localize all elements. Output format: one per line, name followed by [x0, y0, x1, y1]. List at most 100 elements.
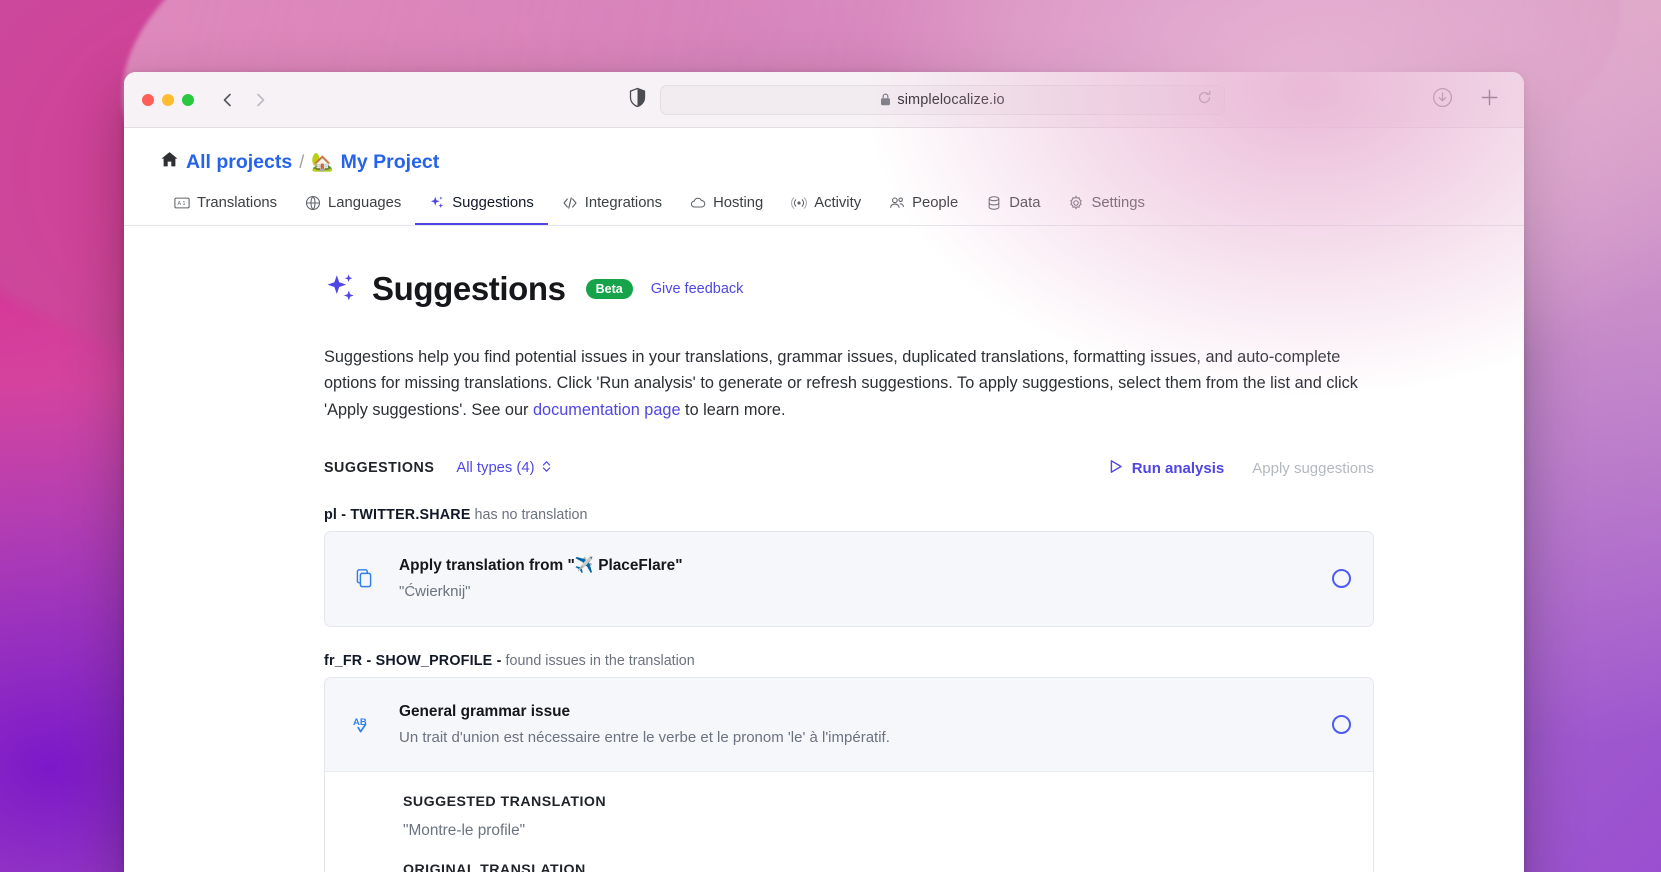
globe-icon [305, 195, 321, 211]
page-header: Suggestions Beta Give feedback [324, 270, 1374, 308]
suggestion-card-title: General grammar issue [399, 702, 571, 720]
suggestion-card-subtitle: Un trait d'union est nécessaire entre le… [399, 728, 890, 746]
tab-suggestions[interactable]: Suggestions [415, 187, 548, 225]
url-text: simplelocalize.io [897, 91, 1005, 108]
new-tab-icon[interactable] [1479, 87, 1500, 113]
nav-buttons [220, 92, 268, 108]
suggestions-section-label: SUGGESTIONS [324, 460, 435, 477]
breadcrumb-all-projects-label: All projects [186, 151, 293, 173]
project-tabs: A 1 Translations Languages Suggestions I… [124, 175, 1524, 226]
suggestion-card-subtitle: "Ćwierknij" [399, 583, 471, 601]
suggestion-radio[interactable] [1332, 569, 1351, 589]
suggestion-card-detail: SUGGESTED TRANSLATION "Montre-le profile… [325, 771, 1373, 872]
toolbar-left: SUGGESTIONS All types (4) [324, 460, 552, 477]
play-icon [1109, 459, 1123, 478]
chevron-updown-icon [541, 460, 552, 477]
tab-languages-label: Languages [328, 195, 402, 211]
suggestion-card-body: Apply translation from "✈️ PlaceFlare" "… [399, 554, 1310, 604]
documentation-page-link[interactable]: documentation page [533, 401, 681, 419]
tab-activity[interactable]: Activity [777, 187, 875, 225]
tab-activity-label: Activity [814, 195, 862, 211]
breadcrumb: All projects / 🏡 My Project [124, 128, 1524, 175]
suggestion-group-status: has no translation [474, 507, 588, 524]
address-bar[interactable]: simplelocalize.io [660, 84, 1225, 115]
tab-people[interactable]: People [875, 187, 972, 225]
tab-integrations[interactable]: Integrations [548, 187, 676, 225]
breadcrumb-separator: / [299, 152, 305, 172]
safari-window: simplelocalize.io All projects / 🏡 My Pr… [124, 72, 1524, 872]
forward-button-icon[interactable] [252, 92, 268, 108]
browser-toolbar: simplelocalize.io [124, 72, 1524, 128]
toolbar-right-actions [1432, 87, 1500, 113]
lock-icon [880, 93, 891, 106]
types-filter-value: All types (4) [456, 460, 535, 477]
description-part2: to learn more. [680, 400, 786, 419]
types-filter-select[interactable]: All types (4) [456, 460, 551, 477]
breadcrumb-project[interactable]: 🏡 My Project [311, 151, 439, 174]
close-window-button[interactable] [142, 93, 154, 106]
minimize-window-button[interactable] [162, 93, 174, 106]
sparkles-icon [429, 195, 445, 211]
tab-data[interactable]: Data [972, 187, 1054, 225]
page-container: Suggestions Beta Give feedback Suggestio… [124, 270, 1524, 872]
suggestion-group-key: fr_FR - SHOW_PROFILE - [324, 652, 502, 669]
svg-text:A: A [178, 201, 182, 207]
maximize-window-button[interactable] [182, 93, 194, 106]
suggestion-card-body: General grammar issue Un trait d'union e… [399, 700, 1310, 750]
status-badge: Beta [585, 279, 633, 299]
tab-settings[interactable]: Settings [1054, 187, 1158, 225]
tab-data-label: Data [1009, 195, 1041, 211]
suggestion-group-header: pl - TWITTER.SHARE has no translation [324, 507, 1374, 523]
tab-people-label: People [912, 195, 959, 211]
home-icon [160, 150, 179, 175]
run-analysis-label: Run analysis [1131, 459, 1225, 477]
tab-translations[interactable]: A 1 Translations [160, 187, 291, 225]
tab-hosting[interactable]: Hosting [676, 187, 777, 225]
broadcast-icon [791, 195, 808, 211]
privacy-shield-icon[interactable] [629, 87, 646, 112]
page-inner: Suggestions Beta Give feedback Suggestio… [324, 270, 1374, 872]
description-part1: Suggestions help you find potential issu… [324, 348, 1358, 419]
people-icon [889, 195, 905, 211]
svg-text:1: 1 [182, 201, 185, 207]
run-analysis-button[interactable]: Run analysis [1109, 459, 1225, 478]
breadcrumb-project-label: My Project [340, 151, 440, 173]
suggestion-group-header: fr_FR - SHOW_PROFILE - found issues in t… [324, 653, 1374, 669]
code-icon [562, 195, 578, 211]
tab-suggestions-label: Suggestions [452, 195, 534, 211]
suggestion-radio[interactable] [1332, 715, 1351, 735]
database-icon [986, 195, 1002, 211]
copy-icon [351, 568, 377, 589]
back-button-icon[interactable] [220, 92, 236, 108]
breadcrumb-all-projects[interactable]: All projects [160, 150, 292, 175]
downloads-icon[interactable] [1432, 87, 1453, 113]
suggested-translation-label: SUGGESTED TRANSLATION [403, 794, 607, 811]
suggestion-group-key: pl - TWITTER.SHARE [324, 507, 471, 524]
page-description: Suggestions help you find potential issu… [324, 344, 1370, 423]
tab-hosting-label: Hosting [713, 195, 764, 211]
apply-suggestions-button[interactable]: Apply suggestions [1252, 460, 1374, 477]
desktop-wallpaper: simplelocalize.io All projects / 🏡 My Pr… [0, 0, 1661, 872]
suggestion-card-main[interactable]: Apply translation from "✈️ PlaceFlare" "… [325, 532, 1373, 626]
suggestion-card: Apply translation from "✈️ PlaceFlare" "… [324, 531, 1374, 627]
detail-spacer [403, 840, 1351, 862]
suggestions-toolbar: SUGGESTIONS All types (4) Run analysis A… [324, 455, 1374, 481]
tab-languages[interactable]: Languages [291, 187, 415, 225]
reload-icon[interactable] [1197, 90, 1212, 110]
suggestion-group-status: found issues in the translation [505, 652, 695, 669]
tab-integrations-label: Integrations [584, 195, 663, 211]
page-title: Suggestions [372, 270, 566, 307]
give-feedback-link[interactable]: Give feedback [651, 281, 744, 297]
original-translation-label: ORIGINAL TRANSLATION [403, 862, 586, 872]
gear-icon [1068, 195, 1084, 211]
window-controls [142, 93, 194, 106]
sparkles-icon [324, 272, 358, 306]
spellcheck-icon: AB [351, 713, 377, 736]
suggestion-card-title: Apply translation from "✈️ PlaceFlare" [399, 557, 683, 575]
cloud-icon [690, 195, 706, 211]
translate-icon: A 1 [174, 195, 190, 211]
suggested-translation-value: "Montre-le profile" [403, 822, 526, 840]
project-emoji-icon: 🏡 [311, 152, 334, 172]
toolbar-right: Run analysis Apply suggestions [1109, 459, 1374, 478]
suggestion-card-main[interactable]: AB General grammar issue Un trait d'unio… [325, 677, 1373, 772]
